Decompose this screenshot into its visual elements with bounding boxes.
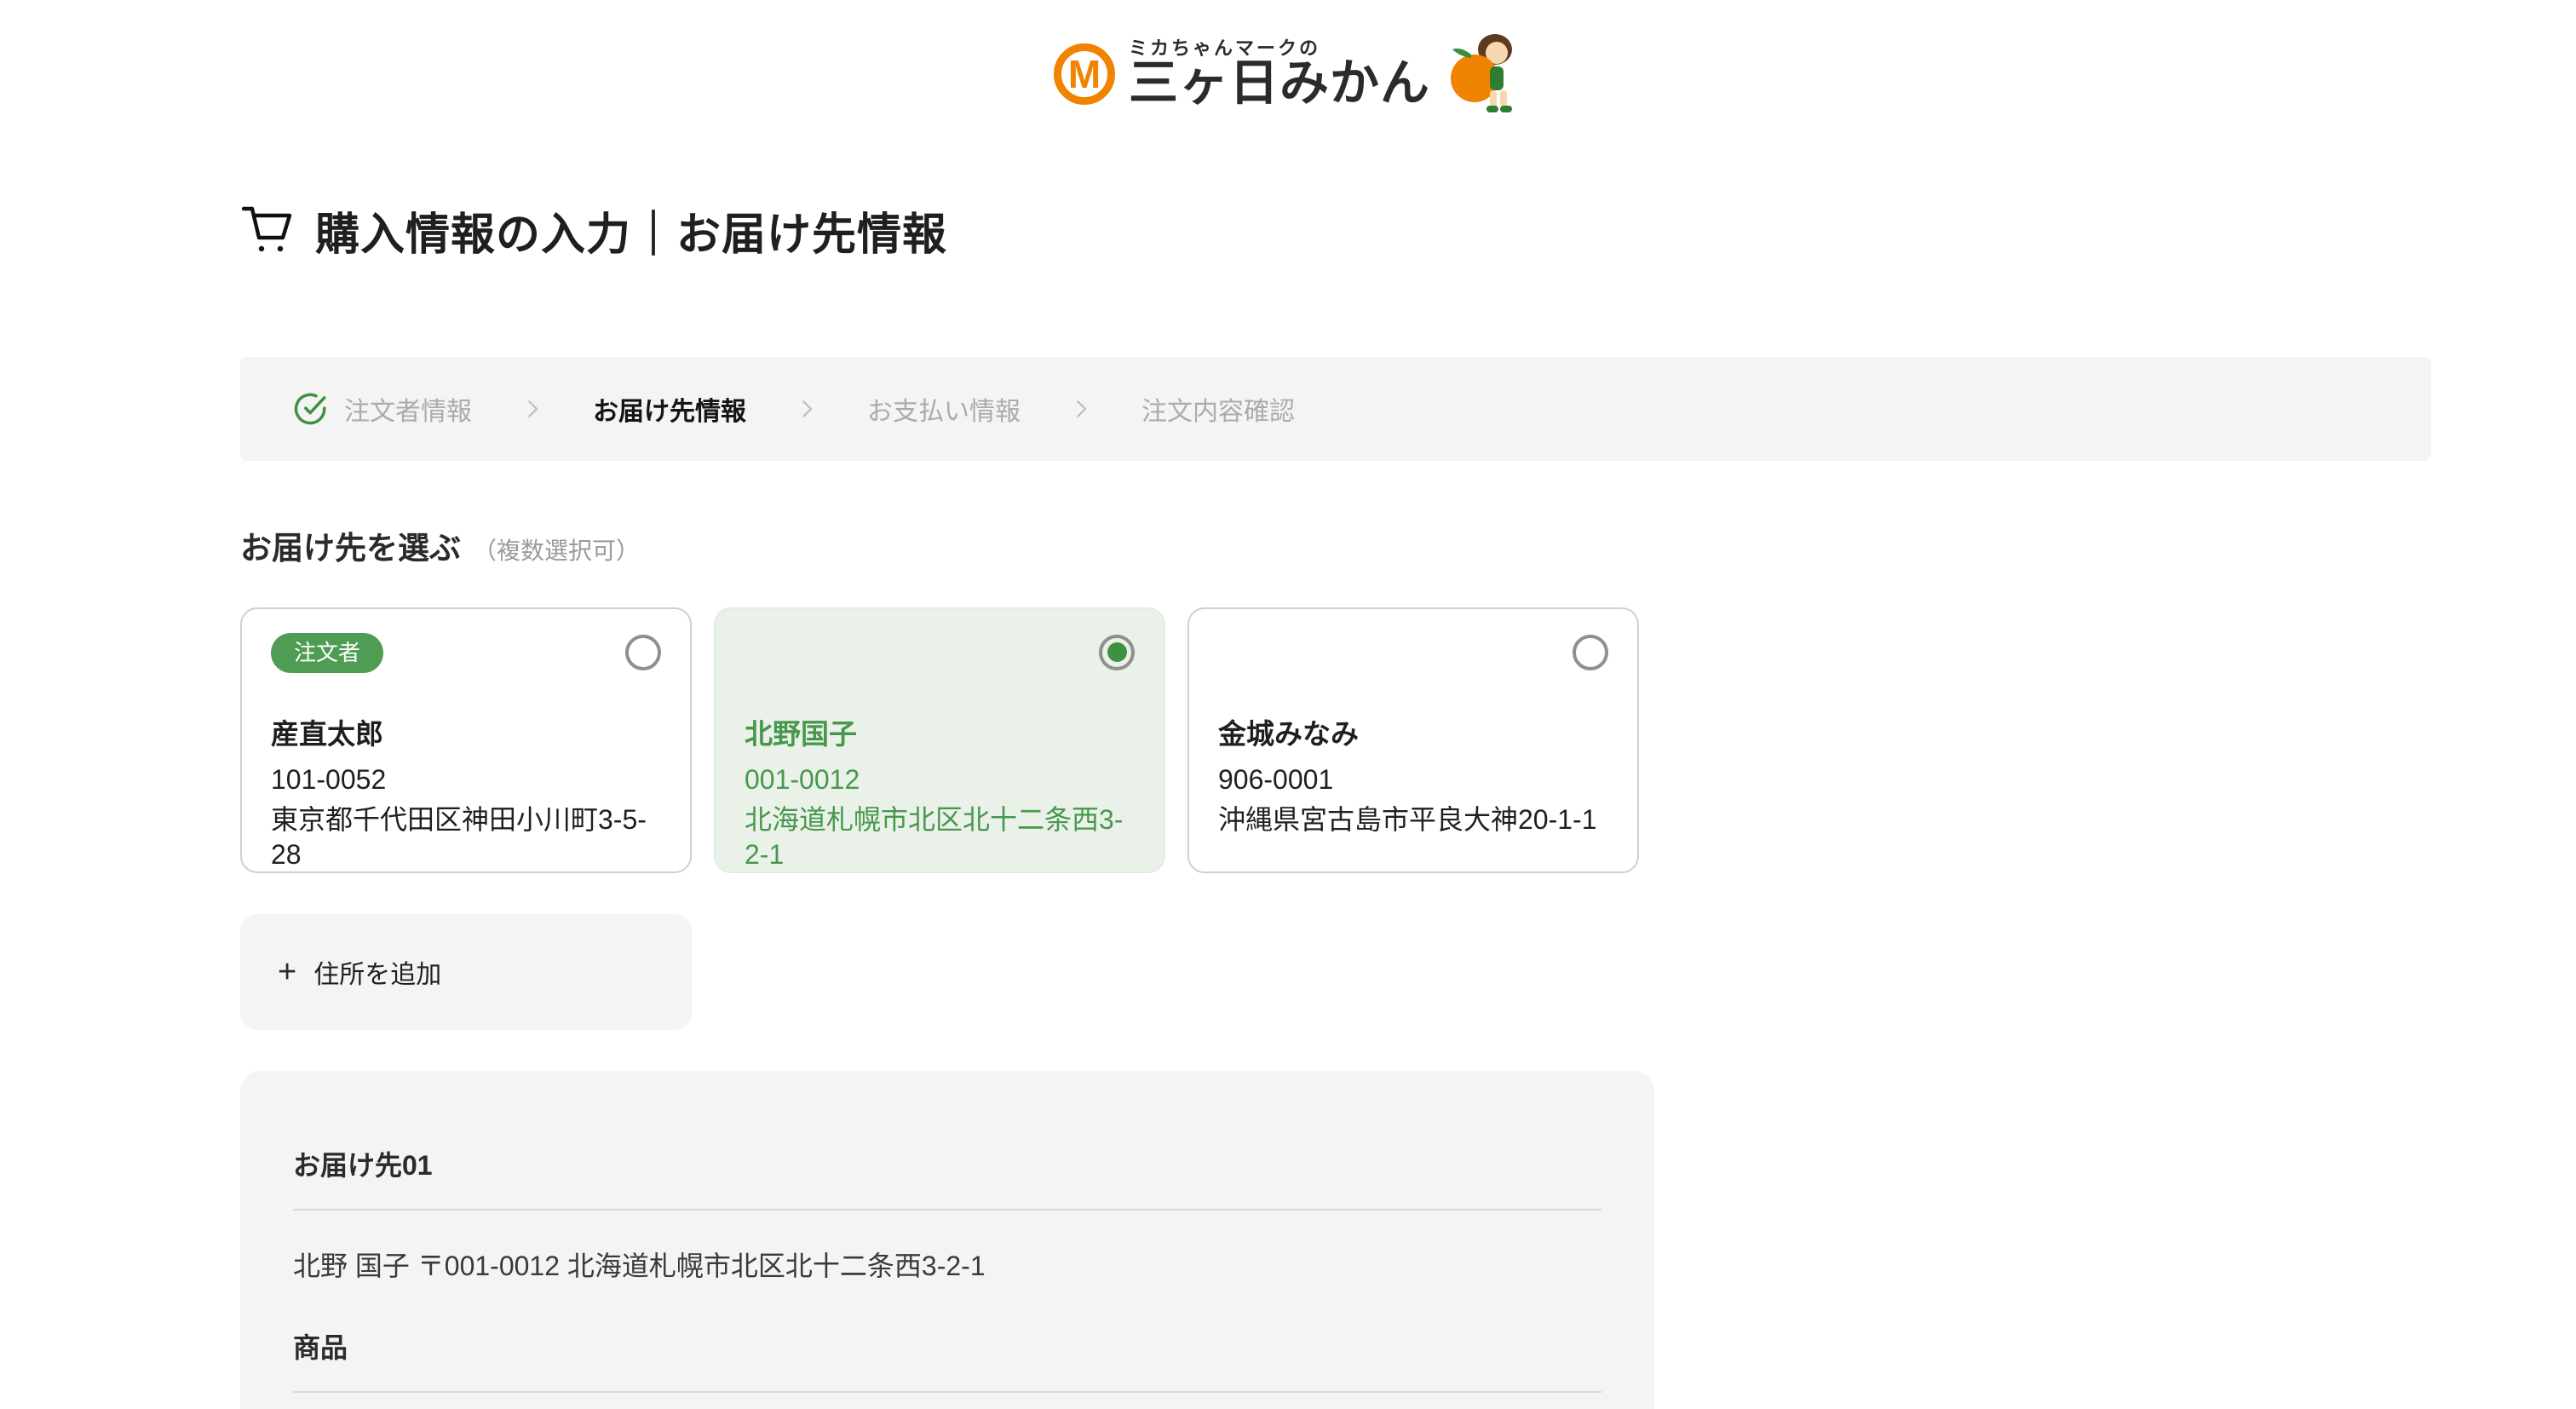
step-shipping-info: お届け先情報 bbox=[593, 390, 746, 428]
step-payment-info: お支払い情報 bbox=[867, 390, 1021, 428]
address-card-list: 注文者 産直太郎 101-0052 東京都千代田区神田小川町3-5-28 北野国… bbox=[240, 607, 2576, 873]
delivery-panel: お届け先01 北野 国子 〒001-0012 北海道札幌市北区北十二条西3-2-… bbox=[240, 1071, 1654, 1409]
radio-button[interactable] bbox=[625, 635, 661, 670]
cart-icon bbox=[240, 204, 296, 256]
address-card-orderer[interactable]: 注文者 産直太郎 101-0052 東京都千代田区神田小川町3-5-28 bbox=[240, 607, 692, 873]
progress-steps: 注文者情報 お届け先情報 お支払い情報 注文内容確認 bbox=[240, 357, 2431, 461]
delivery-heading: お届け先01 bbox=[293, 1144, 1601, 1183]
chevron-right-icon bbox=[1068, 396, 1094, 422]
radio-button[interactable] bbox=[1573, 635, 1608, 670]
address-line: 北海道札幌市北区北十二条西3-2-1 bbox=[745, 802, 1135, 873]
step-orderer-info[interactable]: 注文者情報 bbox=[293, 390, 472, 428]
brand-monogram-icon: M bbox=[1054, 43, 1115, 105]
mascot-mika-chan-icon bbox=[1444, 32, 1522, 116]
card-header: 注文者 bbox=[271, 633, 661, 677]
address-select-heading: お届け先を選ぶ （複数選択可） bbox=[240, 522, 2576, 568]
chevron-right-icon bbox=[794, 396, 819, 422]
page-title: 購入情報の入力｜お届け先情報 bbox=[315, 198, 947, 262]
page-title-row: 購入情報の入力｜お届け先情報 bbox=[240, 169, 2576, 292]
card-header bbox=[1218, 633, 1608, 677]
recipient-name: 金城みなみ bbox=[1218, 711, 1608, 752]
brand-text: ミカちゃんマークの 三ヶ日みかん bbox=[1129, 38, 1430, 110]
step-label: お届け先情報 bbox=[593, 390, 746, 428]
address-card-kitano[interactable]: 北野国子 001-0012 北海道札幌市北区北十二条西3-2-1 bbox=[714, 607, 1165, 873]
recipient-name: 産直太郎 bbox=[271, 711, 661, 752]
radio-button-selected[interactable] bbox=[1099, 635, 1135, 670]
postal-code: 101-0052 bbox=[271, 764, 661, 796]
postal-code: 906-0001 bbox=[1218, 764, 1608, 796]
product-section-heading: 商品 bbox=[293, 1326, 1601, 1366]
add-address-label: 住所を追加 bbox=[313, 953, 441, 991]
step-label: 注文内容確認 bbox=[1141, 390, 1295, 428]
section-note: （複数選択可） bbox=[473, 532, 640, 566]
postal-code: 001-0012 bbox=[745, 764, 1135, 796]
plus-icon: + bbox=[278, 956, 296, 988]
add-address-button[interactable]: + 住所を追加 bbox=[240, 914, 692, 1030]
step-label: 注文者情報 bbox=[344, 390, 472, 428]
step-order-confirm: 注文内容確認 bbox=[1141, 390, 1295, 428]
address-line: 東京都千代田区神田小川町3-5-28 bbox=[271, 802, 661, 873]
address-card-kinjo[interactable]: 金城みなみ 906-0001 沖縄県宮古島市平良大神20-1-1 bbox=[1187, 607, 1639, 873]
address-line: 沖縄県宮古島市平良大神20-1-1 bbox=[1218, 802, 1608, 838]
divider bbox=[293, 1209, 1601, 1211]
recipient-name: 北野国子 bbox=[745, 711, 1135, 752]
chevron-right-icon bbox=[520, 396, 545, 422]
section-heading: お届け先を選ぶ bbox=[240, 522, 461, 568]
brand-name: 三ヶ日みかん bbox=[1129, 58, 1430, 110]
card-header bbox=[745, 633, 1135, 677]
divider bbox=[293, 1391, 1601, 1393]
brand-logo: M ミカちゃんマークの 三ヶ日みかん bbox=[1054, 32, 1522, 116]
header: M ミカちゃんマークの 三ヶ日みかん bbox=[0, 0, 2576, 116]
recipient-summary: 北野 国子 〒001-0012 北海道札幌市北区北十二条西3-2-1 bbox=[293, 1245, 1601, 1284]
orderer-badge: 注文者 bbox=[271, 633, 383, 673]
check-circle-icon bbox=[293, 391, 329, 427]
step-label: お支払い情報 bbox=[867, 390, 1021, 428]
